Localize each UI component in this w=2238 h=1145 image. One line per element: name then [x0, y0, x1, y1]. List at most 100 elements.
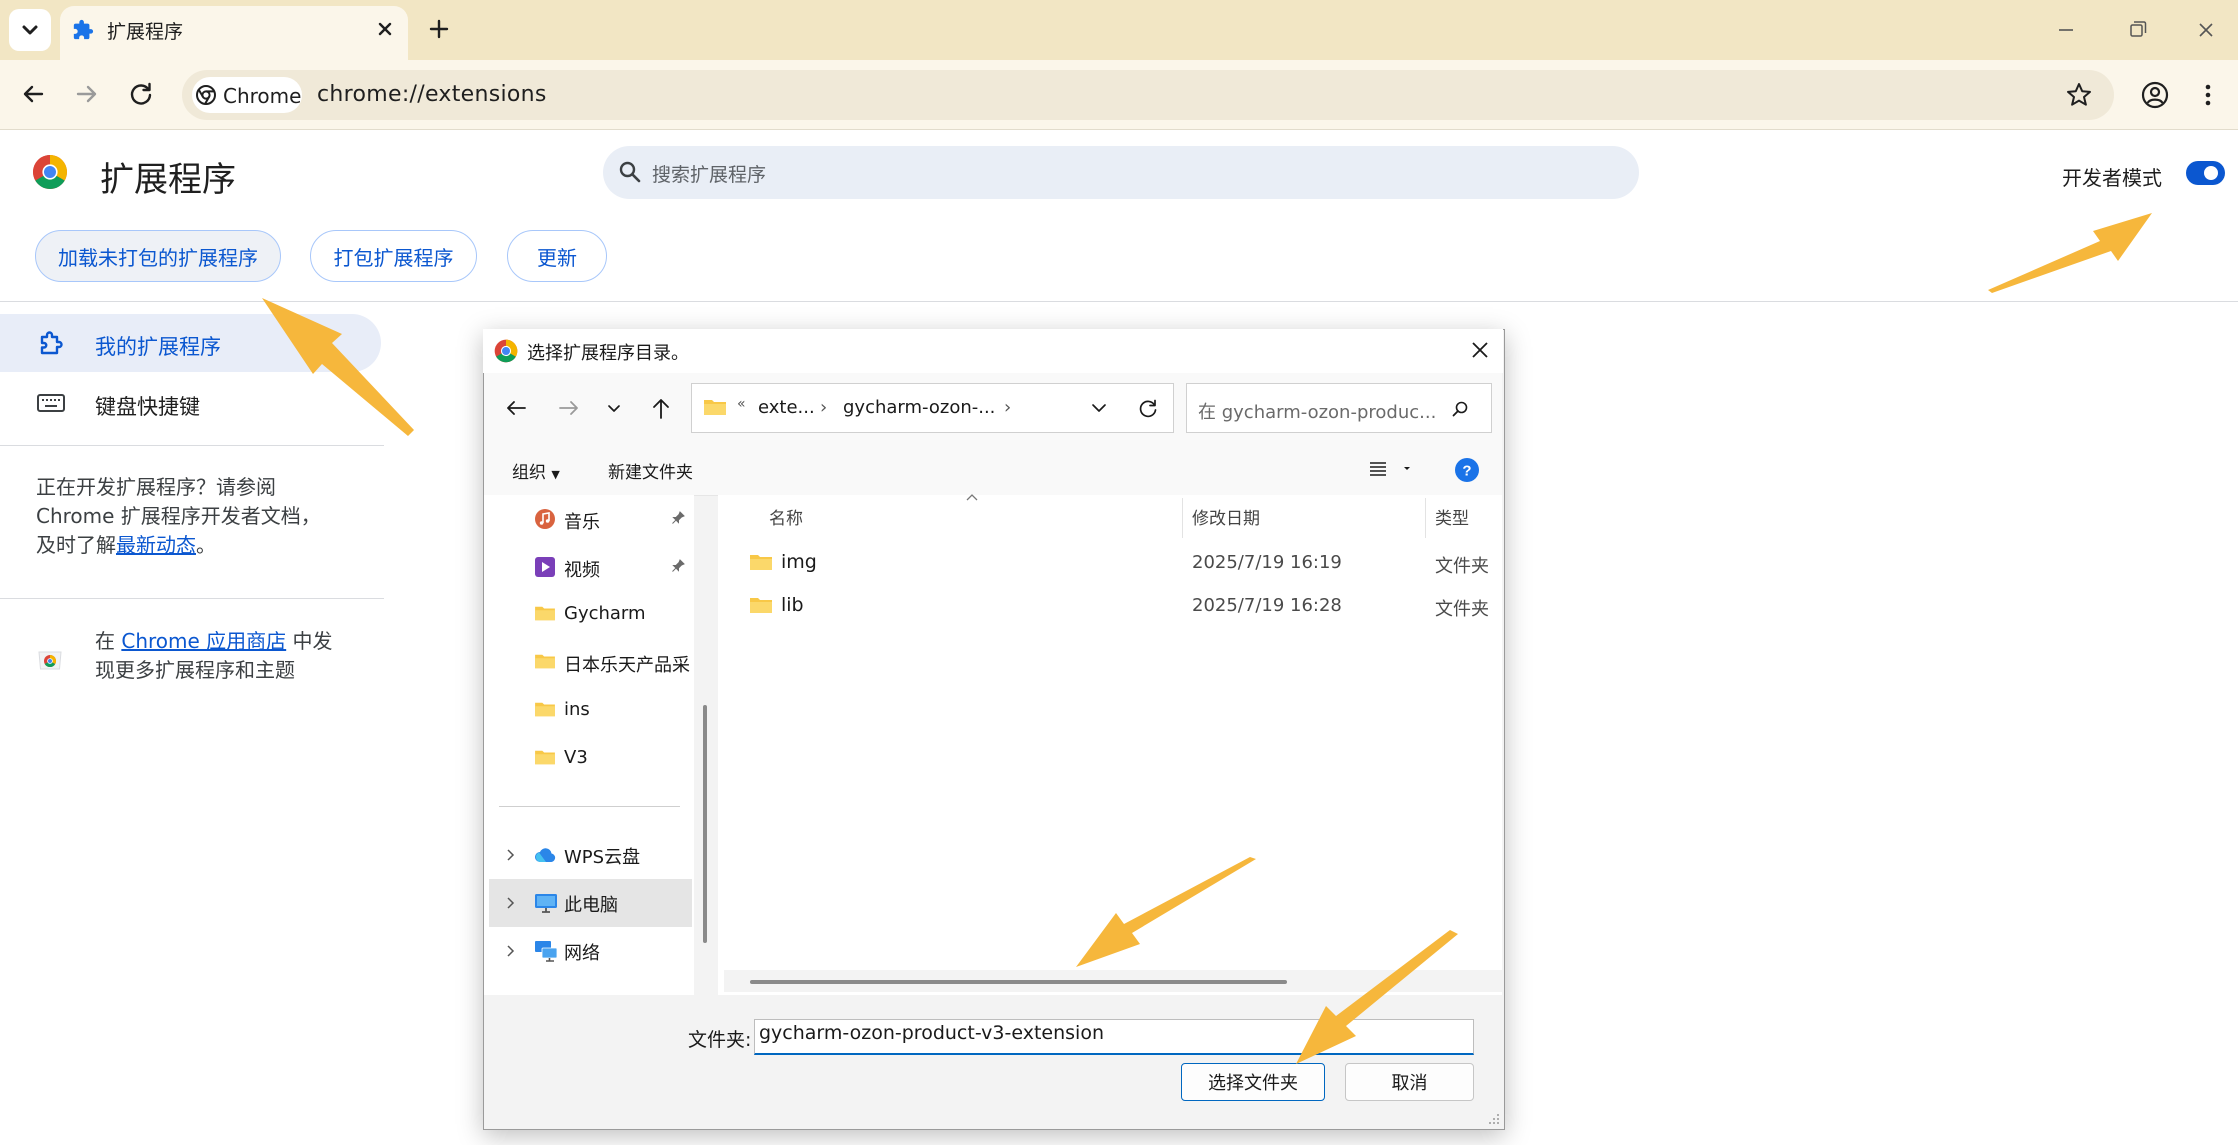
breadcrumb-overflow[interactable]: « [737, 396, 746, 412]
minimize-icon[interactable] [2046, 14, 2086, 46]
horizontal-scrollbar[interactable] [750, 980, 1287, 984]
web-store-note: 在 Chrome 应用商店 中发 现更多扩展程序和主题 [95, 627, 375, 685]
nav-item-wps-cloud[interactable]: WPS云盘 [564, 843, 640, 869]
dialog-title: 选择扩展程序目录。 [527, 343, 689, 364]
column-separator [1182, 498, 1183, 538]
table-row[interactable] [724, 542, 1502, 582]
search-icon [1452, 401, 1468, 417]
recent-locations-chevron-icon[interactable] [604, 399, 624, 419]
extension-icon [40, 331, 63, 355]
nav-scrollbar[interactable] [703, 705, 707, 943]
nav-item-video[interactable]: 视频 [564, 556, 600, 582]
dialog-close-icon[interactable] [1468, 338, 1492, 362]
video-icon [535, 557, 555, 577]
forward-icon[interactable] [72, 79, 102, 109]
nav-item-rakuten[interactable]: 日本乐天产品采 [564, 651, 694, 677]
file-type: 文件夹 [1435, 599, 1489, 620]
organize-menu[interactable]: 组织 ▼ [512, 458, 560, 483]
dialog-search-placeholder: 在 gycharm-ozon-produc... [1198, 402, 1437, 423]
refresh-icon[interactable] [1136, 397, 1160, 421]
column-header-date[interactable]: 修改日期 [1192, 504, 1260, 529]
sidebar-item-keyboard-shortcuts[interactable]: 键盘快捷键 [95, 391, 200, 421]
nav-item-music[interactable]: 音乐 [564, 508, 600, 534]
web-store-prefix: 在 [95, 629, 122, 653]
web-store-link[interactable]: Chrome 应用商店 [121, 629, 286, 653]
folder-icon [750, 598, 772, 613]
pack-extension-button[interactable]: 打包扩展程序 [310, 230, 477, 282]
search-placeholder: 搜索扩展程序 [652, 164, 767, 186]
pin-icon [672, 511, 685, 524]
developer-note: 正在开发扩展程序？请参阅 Chrome 扩展程序开发者文档， 及时了解最新动态。 [36, 473, 356, 560]
file-date: 2025/7/19 16:28 [1192, 595, 1342, 616]
tab-title: 扩展程序 [107, 21, 184, 43]
annotation-arrow-icon [1296, 930, 1458, 1064]
folder-icon [750, 555, 772, 570]
developer-note-line2: Chrome 扩展程序开发者文档， [36, 504, 321, 528]
kebab-menu-icon[interactable] [2196, 79, 2220, 111]
web-store-line2: 现更多扩展程序和主题 [95, 658, 295, 682]
file-type: 文件夹 [1435, 556, 1489, 577]
folder-icon [535, 750, 555, 765]
restore-icon[interactable] [2117, 14, 2157, 46]
url-text[interactable]: chrome://extensions [317, 82, 547, 107]
sidebar-divider [0, 445, 384, 446]
resize-grip-icon[interactable] [1488, 1113, 1500, 1125]
nav-item-v3[interactable]: V3 [564, 747, 588, 768]
column-header-name[interactable]: 名称 [769, 504, 803, 529]
breadcrumb-segment[interactable]: exte... [758, 397, 815, 418]
update-button[interactable]: 更新 [507, 230, 607, 282]
breadcrumb-segment[interactable]: gycharm-ozon-... [843, 397, 995, 418]
search-icon [619, 161, 641, 183]
folder-icon [535, 654, 555, 669]
nav-item-gycharm[interactable]: Gycharm [564, 603, 646, 624]
new-tab-icon[interactable] [426, 16, 452, 42]
folder-icon [535, 702, 555, 717]
new-folder-button[interactable]: 新建文件夹 [608, 458, 693, 483]
load-unpacked-button[interactable]: 加载未打包的扩展程序 [35, 230, 281, 282]
view-options-icon[interactable] [1366, 458, 1414, 480]
close-window-icon[interactable] [2186, 14, 2226, 46]
annotation-arrow-icon [262, 298, 414, 436]
latest-news-link[interactable]: 最新动态 [116, 533, 196, 557]
music-icon [535, 509, 555, 529]
computer-icon [535, 894, 557, 913]
dialog-back-icon[interactable] [503, 397, 529, 419]
pin-icon [672, 559, 685, 572]
keyboard-icon [37, 394, 65, 412]
dialog-forward-icon[interactable] [556, 397, 582, 419]
expand-chevron-icon[interactable] [502, 943, 518, 959]
close-tab-icon[interactable] [372, 16, 398, 42]
up-folder-icon[interactable] [648, 396, 674, 422]
profile-icon[interactable] [2139, 79, 2171, 111]
file-name: img [781, 551, 817, 573]
column-separator [1425, 498, 1426, 538]
chevron-down-icon [22, 25, 38, 35]
back-icon[interactable] [18, 79, 48, 109]
sort-ascending-icon [966, 494, 978, 501]
nav-item-ins[interactable]: ins [564, 699, 590, 720]
table-row[interactable] [724, 585, 1502, 625]
puzzle-icon [73, 19, 94, 40]
tab-search-button[interactable] [9, 9, 51, 51]
bookmark-star-icon[interactable] [2064, 80, 2094, 110]
developer-note-suffix: 。 [196, 533, 216, 557]
address-dropdown-icon[interactable] [1088, 398, 1110, 418]
expand-chevron-icon[interactable] [502, 847, 518, 863]
organize-label: 组织 [512, 463, 546, 483]
folder-icon [704, 400, 726, 415]
network-icon [535, 941, 558, 962]
expand-chevron-icon[interactable] [502, 895, 518, 911]
file-name: lib [781, 594, 804, 616]
column-header-type[interactable]: 类型 [1435, 504, 1469, 529]
nav-item-this-pc[interactable]: 此电脑 [564, 891, 618, 917]
reload-icon[interactable] [126, 79, 156, 109]
page-title: 扩展程序 [100, 160, 236, 200]
developer-note-line3: 及时了解 [36, 533, 116, 557]
nav-item-network[interactable]: 网络 [564, 939, 600, 965]
help-icon[interactable]: ? [1454, 457, 1480, 483]
web-store-mid: 中发 [286, 629, 333, 653]
annotation-arrow-icon [1076, 857, 1256, 967]
chrome-icon [196, 85, 216, 105]
cloud-icon [535, 848, 556, 862]
toggle-knob [2204, 166, 2218, 180]
